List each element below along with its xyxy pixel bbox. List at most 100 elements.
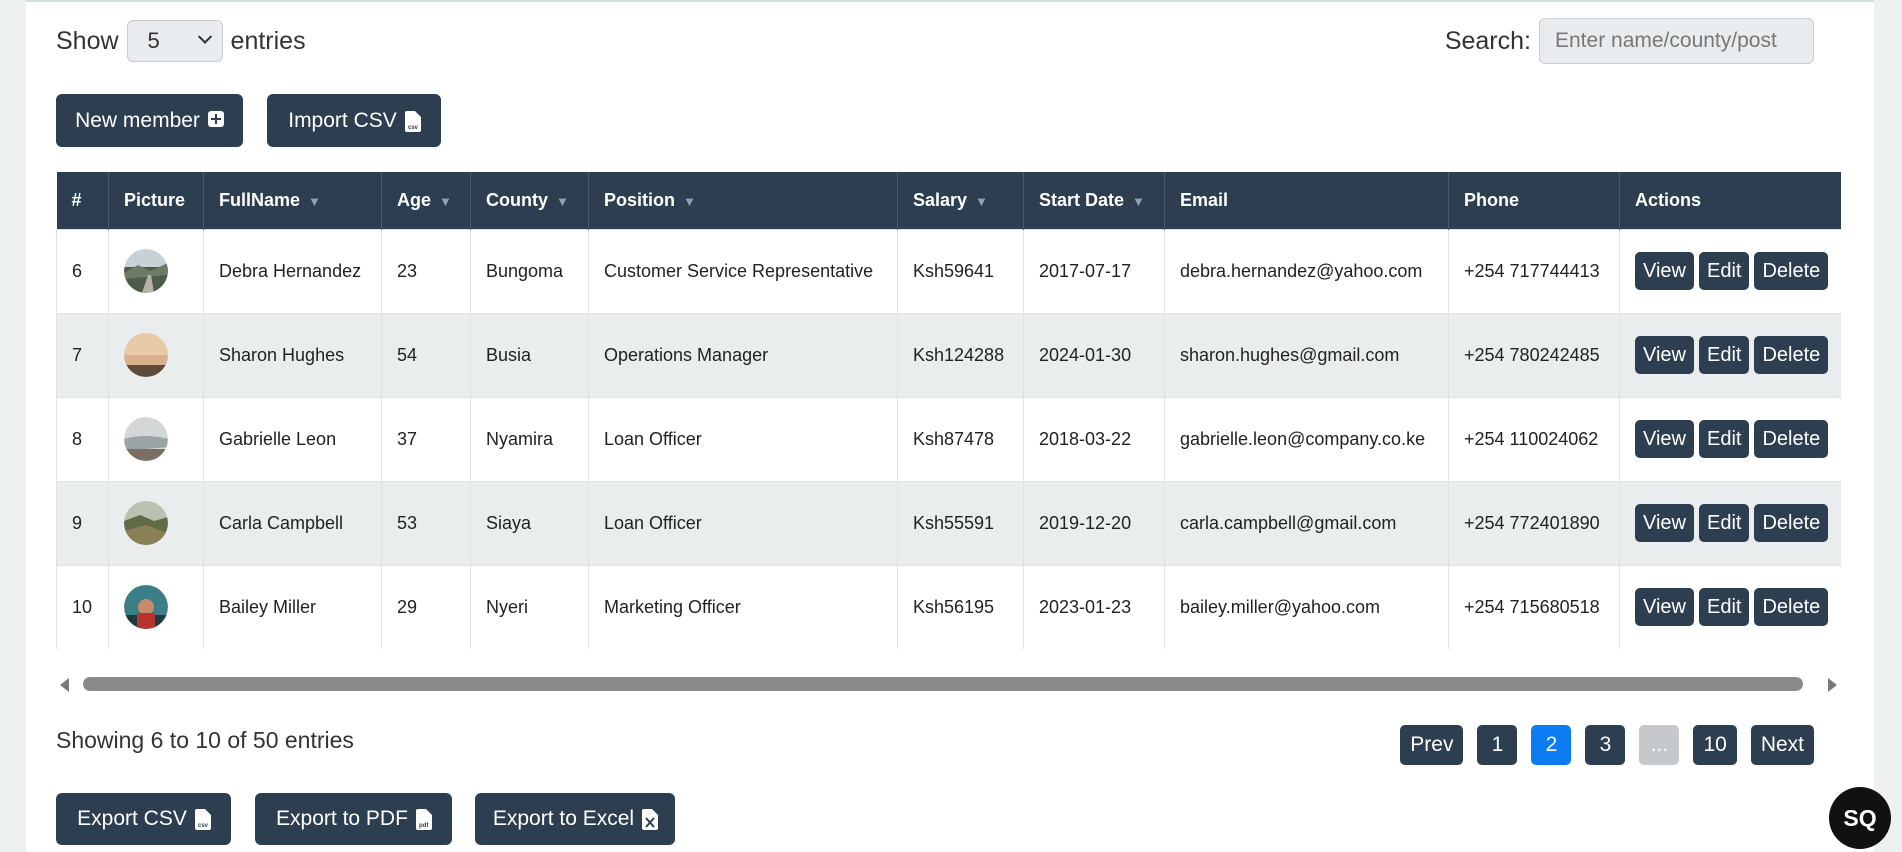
chevron-down-icon: [197, 29, 212, 44]
sort-icon: ▼: [1132, 193, 1145, 209]
entries-info: Showing 6 to 10 of 50 entries: [56, 727, 354, 753]
svg-text:pdf: pdf: [419, 823, 429, 829]
svg-text:csv: csv: [408, 125, 419, 131]
cell-county: Nyamira: [470, 396, 589, 482]
csv-file-icon: csv: [194, 809, 211, 830]
view-button[interactable]: View: [1635, 336, 1694, 374]
delete-button[interactable]: Delete: [1754, 252, 1829, 290]
cell-picture: [108, 564, 204, 649]
delete-button[interactable]: Delete: [1754, 420, 1829, 458]
page-ellipsis: ...: [1639, 725, 1680, 765]
cell-email: sharon.hughes@gmail.com: [1164, 312, 1449, 398]
scrollbar-thumb[interactable]: [83, 677, 1803, 691]
cell-phone: +254 780242485: [1448, 312, 1620, 398]
plus-square-icon: [207, 109, 224, 133]
cell-email: gabrielle.leon@company.co.ke: [1164, 396, 1449, 482]
cell-position: Loan Officer: [588, 480, 898, 566]
import-csv-label: Import CSV: [288, 108, 397, 132]
avatar: [124, 249, 168, 293]
prev-page-button[interactable]: Prev: [1400, 725, 1464, 765]
new-member-button[interactable]: New member: [56, 94, 243, 147]
edit-button[interactable]: Edit: [1699, 252, 1750, 290]
cell-position: Customer Service Representative: [588, 228, 898, 314]
avatar-badge[interactable]: SQ: [1829, 787, 1891, 849]
page-button-1[interactable]: 1: [1477, 725, 1518, 765]
cell-age: 29: [381, 564, 471, 649]
view-button[interactable]: View: [1635, 588, 1694, 626]
column-header-fullname[interactable]: FullName ▼: [203, 172, 382, 229]
cell-start-date: 2023-01-23: [1023, 564, 1165, 649]
entries-label: entries: [230, 27, 306, 55]
cell-age: 53: [381, 480, 471, 566]
cell-salary: Ksh55591: [897, 480, 1024, 566]
cell-actions: View Edit Delete: [1619, 312, 1841, 398]
cell-email: bailey.miller@yahoo.com: [1164, 564, 1449, 649]
delete-button[interactable]: Delete: [1754, 336, 1829, 374]
cell-county: Nyeri: [470, 564, 589, 649]
horizontal-scrollbar[interactable]: [56, 672, 1841, 696]
cell-fullname: Bailey Miller: [203, 564, 382, 649]
edit-button[interactable]: Edit: [1699, 504, 1750, 542]
column-header-id: #: [56, 172, 109, 229]
sort-icon: ▼: [439, 193, 452, 209]
sort-icon: ▼: [556, 193, 569, 209]
edit-button[interactable]: Edit: [1699, 420, 1750, 458]
cell-picture: [108, 480, 204, 566]
svg-text:csv: csv: [198, 823, 209, 829]
scroll-right-icon[interactable]: [1828, 678, 1837, 692]
cell-salary: Ksh87478: [897, 396, 1024, 482]
cell-id: 10: [56, 564, 109, 649]
column-header-salary[interactable]: Salary ▼: [897, 172, 1024, 229]
new-member-label: New member: [75, 108, 200, 132]
view-button[interactable]: View: [1635, 252, 1694, 290]
cell-email: carla.campbell@gmail.com: [1164, 480, 1449, 566]
page-button-3[interactable]: 3: [1585, 725, 1626, 765]
table-row: 6 Debra Hernandez 23 Bungoma Customer Se…: [56, 228, 1841, 314]
table-row: 10 Bailey Miller 29 Nyeri Marketing Offi…: [56, 564, 1841, 649]
column-header-county[interactable]: County ▼: [470, 172, 589, 229]
page-button-10[interactable]: 10: [1693, 725, 1737, 765]
cell-position: Marketing Officer: [588, 564, 898, 649]
page-size-select[interactable]: 5: [126, 20, 223, 62]
export-excel-button[interactable]: Export to Excel: [475, 793, 675, 845]
cell-start-date: 2017-07-17: [1023, 228, 1165, 314]
csv-file-icon: csv: [404, 110, 421, 132]
edit-button[interactable]: Edit: [1699, 588, 1750, 626]
cell-start-date: 2024-01-30: [1023, 312, 1165, 398]
export-csv-label: Export CSV: [77, 807, 187, 830]
show-label: Show: [56, 27, 119, 55]
cell-phone: +254 772401890: [1448, 480, 1620, 566]
cell-picture: [108, 228, 204, 314]
page-button-2[interactable]: 2: [1531, 725, 1572, 765]
view-button[interactable]: View: [1635, 504, 1694, 542]
next-page-button[interactable]: Next: [1750, 725, 1814, 765]
cell-phone: +254 110024062: [1448, 396, 1620, 482]
column-header-phone: Phone: [1448, 172, 1620, 229]
cell-actions: View Edit Delete: [1619, 480, 1841, 566]
avatar: [124, 417, 168, 461]
cell-salary: Ksh59641: [897, 228, 1024, 314]
cell-actions: View Edit Delete: [1619, 564, 1841, 649]
scroll-left-icon[interactable]: [60, 678, 69, 692]
column-header-start-date[interactable]: Start Date ▼: [1023, 172, 1165, 229]
delete-button[interactable]: Delete: [1754, 588, 1829, 626]
column-header-age[interactable]: Age ▼: [381, 172, 471, 229]
table-row: 9 Carla Campbell 53 Siaya Loan Officer K…: [56, 480, 1841, 566]
cell-actions: View Edit Delete: [1619, 228, 1841, 314]
cell-salary: Ksh56195: [897, 564, 1024, 649]
export-pdf-button[interactable]: Export to PDF pdf: [255, 793, 452, 845]
search-input[interactable]: [1539, 18, 1814, 64]
cell-start-date: 2019-12-20: [1023, 480, 1165, 566]
page-size-value: 5: [147, 28, 160, 53]
view-button[interactable]: View: [1635, 420, 1694, 458]
edit-button[interactable]: Edit: [1699, 336, 1750, 374]
export-csv-button[interactable]: Export CSV csv: [56, 793, 231, 845]
import-csv-button[interactable]: Import CSV csv: [267, 94, 441, 147]
delete-button[interactable]: Delete: [1754, 504, 1829, 542]
column-header-picture: Picture: [108, 172, 204, 229]
cell-fullname: Debra Hernandez: [203, 228, 382, 314]
column-header-position[interactable]: Position ▼: [588, 172, 898, 229]
search-label: Search:: [1444, 26, 1531, 55]
export-pdf-label: Export to PDF: [276, 807, 408, 830]
members-table-wrapper: # Picture FullName ▼ Age ▼ County ▼ Positio…: [56, 172, 1841, 649]
